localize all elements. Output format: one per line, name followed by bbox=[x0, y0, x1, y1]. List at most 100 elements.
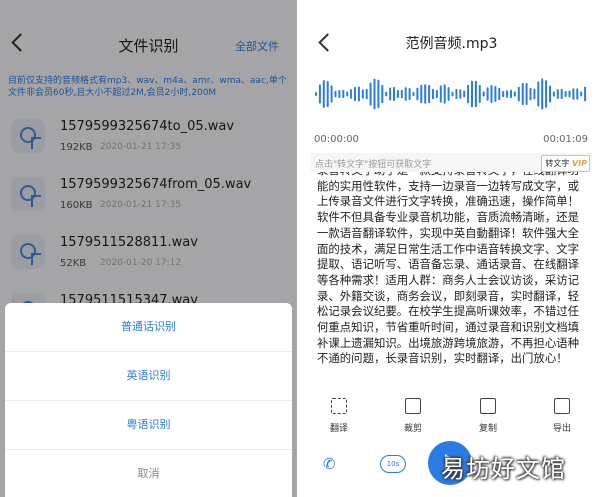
phone-icon[interactable]: ✆ bbox=[323, 455, 341, 473]
waveform-bar bbox=[432, 88, 434, 100]
waveform-bar bbox=[463, 90, 466, 98]
waveform[interactable] bbox=[303, 66, 600, 122]
waveform-bar bbox=[568, 90, 571, 98]
recognition-language-sheet: 普通话识别 英语识别 粤语识别 取消 bbox=[5, 303, 292, 497]
audio-title: 范例音频.mp3 bbox=[405, 36, 498, 52]
waveform-bar bbox=[521, 82, 524, 106]
waveform-bar bbox=[490, 84, 493, 104]
waveform-bar bbox=[529, 87, 532, 101]
waveform-bar bbox=[373, 78, 376, 110]
waveform-bar bbox=[365, 88, 368, 100]
waveform-bar bbox=[506, 90, 509, 98]
waveform-bar bbox=[447, 87, 450, 101]
current-time: 00:00:00 bbox=[314, 134, 359, 145]
waveform-bar bbox=[435, 89, 438, 99]
waveform-bar bbox=[584, 86, 587, 102]
rewind-button[interactable]: 10s bbox=[380, 455, 406, 473]
waveform-bar bbox=[389, 87, 392, 101]
waveform-bar bbox=[545, 80, 548, 108]
hint-text: 点击"转文字"按钮可获取文字 bbox=[315, 160, 432, 170]
waveform-bar bbox=[455, 88, 458, 100]
waveform-bar bbox=[346, 91, 349, 97]
waveform-bar bbox=[482, 91, 485, 97]
waveform-bar bbox=[517, 86, 520, 102]
crop-label: 裁剪 bbox=[403, 424, 422, 434]
export-button[interactable]: 导出 bbox=[537, 394, 587, 434]
watermark-text: 易坊好文馆 bbox=[441, 455, 566, 483]
export-icon bbox=[554, 398, 570, 414]
waveform-bar bbox=[498, 87, 501, 101]
waveform-bar bbox=[478, 85, 481, 103]
player-controls: ✆ 10s 易坊好文馆 bbox=[303, 440, 600, 497]
transcript-area[interactable]: 录音转文字助手是一款支持录音转文字，在线翻译功能的实用性软件，支持一边录音一边转… bbox=[317, 172, 589, 382]
waveform-bar bbox=[572, 88, 575, 100]
waveform-bar bbox=[357, 86, 360, 102]
waveform-bar bbox=[369, 82, 372, 106]
waveform-bar bbox=[342, 89, 345, 99]
waveform-bar bbox=[330, 85, 333, 103]
waveform-bar bbox=[377, 79, 380, 109]
hint-bar: 点击"转文字"按钮可获取文字 转文字 VIP bbox=[311, 153, 592, 172]
translate-icon bbox=[331, 398, 347, 414]
transcript-text: 录音转文字助手是一款支持录音转文字，在线翻译功能的实用性软件，支持一边录音一边转… bbox=[317, 172, 579, 366]
waveform-bar bbox=[385, 91, 388, 97]
english-recognition-option[interactable]: 英语识别 bbox=[5, 352, 292, 401]
waveform-bar bbox=[533, 88, 536, 100]
waveform-bar bbox=[354, 86, 356, 102]
waveform-bar bbox=[467, 84, 470, 104]
crop-icon bbox=[405, 398, 421, 414]
waveform-bar bbox=[424, 84, 427, 104]
cancel-button[interactable]: 取消 bbox=[5, 450, 292, 497]
waveform-bar bbox=[549, 85, 551, 103]
waveform-bar bbox=[564, 90, 567, 98]
waveform-bar bbox=[404, 87, 407, 101]
waveform-bar bbox=[513, 91, 516, 97]
waveform-bar bbox=[525, 82, 528, 106]
waveform-bar bbox=[486, 87, 489, 101]
copy-label: 复制 bbox=[478, 424, 497, 434]
waveform-bar bbox=[381, 84, 384, 104]
waveform-bar bbox=[428, 84, 431, 104]
to-text-label: 转文字 bbox=[545, 159, 570, 168]
waveform-bar bbox=[439, 85, 442, 103]
mandarin-recognition-option[interactable]: 普通话识别 bbox=[5, 303, 292, 352]
waveform-bar bbox=[541, 78, 544, 110]
waveform-bar bbox=[416, 87, 419, 101]
waveform-bar bbox=[451, 91, 454, 97]
copy-button[interactable]: 复制 bbox=[463, 394, 513, 434]
waveform-bar bbox=[334, 90, 337, 98]
waveform-bar bbox=[459, 89, 462, 99]
waveform-bar bbox=[420, 84, 423, 104]
waveform-bar bbox=[502, 90, 505, 98]
waveform-bar bbox=[537, 81, 540, 107]
translate-button[interactable]: 翻译 bbox=[314, 394, 364, 434]
waveform-bar bbox=[322, 80, 325, 108]
total-time: 00:01:09 bbox=[543, 134, 588, 145]
waveform-bar bbox=[556, 89, 559, 99]
waveform-bar bbox=[361, 89, 364, 99]
toolbar: 翻译 裁剪 复制 导出 bbox=[303, 394, 600, 434]
waveform-bar bbox=[400, 89, 403, 99]
waveform-bar bbox=[318, 84, 321, 104]
copy-icon bbox=[480, 398, 496, 414]
translate-label: 翻译 bbox=[329, 424, 348, 434]
cantonese-recognition-option[interactable]: 粤语识别 bbox=[5, 401, 292, 450]
audio-detail-screen: 范例音频.mp3 00:00:00 00:01:09 点击"转文字"按钮可获取文… bbox=[303, 0, 600, 497]
crop-button[interactable]: 裁剪 bbox=[388, 394, 438, 434]
waveform-bar bbox=[552, 91, 555, 97]
export-label: 导出 bbox=[552, 424, 571, 434]
waveform-bar bbox=[326, 80, 329, 108]
waveform-bar bbox=[338, 90, 341, 98]
waveform-bar bbox=[396, 89, 399, 99]
to-text-button[interactable]: 转文字 VIP bbox=[541, 155, 590, 172]
vip-badge: VIP bbox=[571, 159, 587, 168]
waveform-bar bbox=[560, 88, 563, 100]
waveform-bar bbox=[580, 91, 583, 97]
waveform-bar bbox=[510, 89, 512, 99]
waveform-bar bbox=[494, 85, 497, 103]
waveform-bar bbox=[443, 84, 446, 104]
waveform-bar bbox=[408, 88, 411, 100]
waveform-bar bbox=[412, 91, 415, 97]
file-recognition-screen: 文件识别 全部文件 目前仅支持的音频格式有mp3、wav、m4a、amr、wma… bbox=[0, 0, 297, 497]
waveform-bar bbox=[474, 80, 477, 108]
